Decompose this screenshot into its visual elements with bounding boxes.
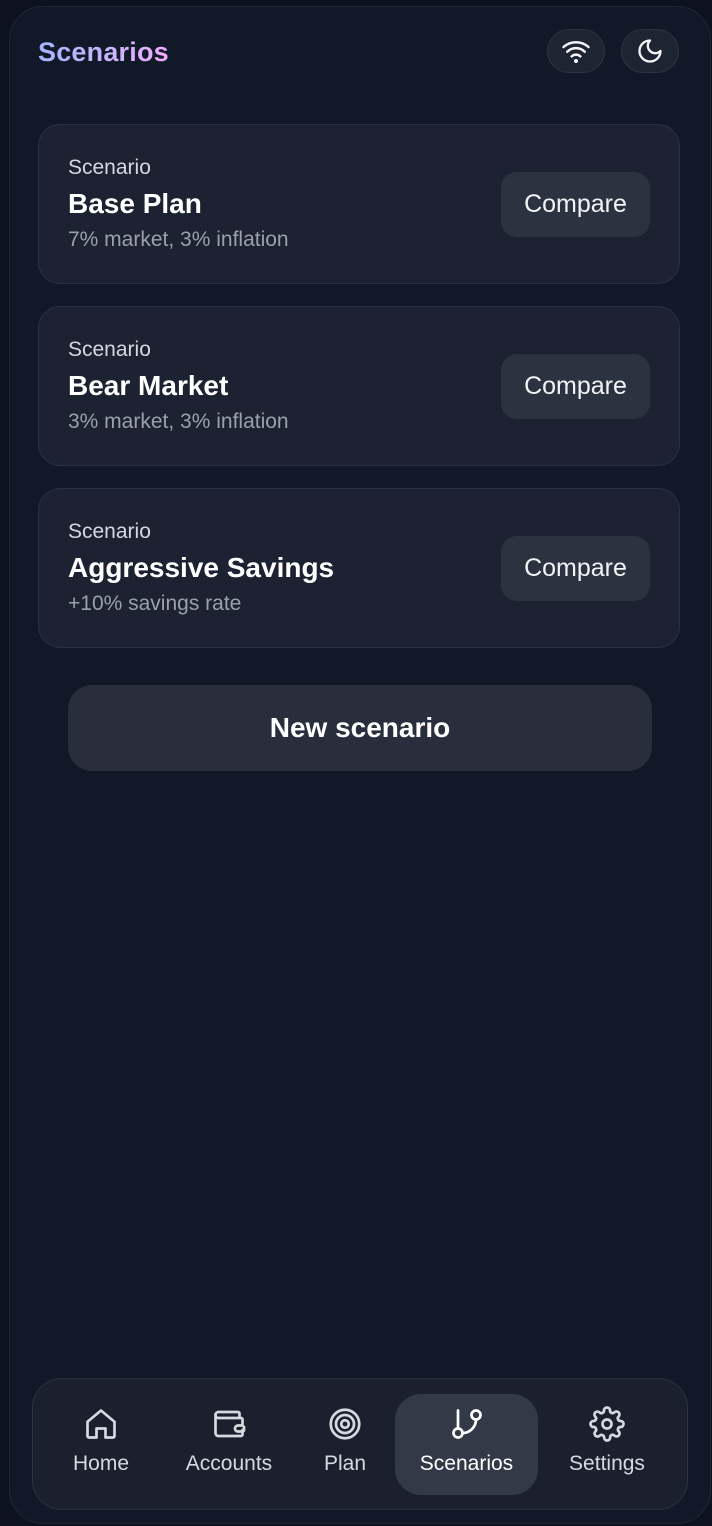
- compare-button[interactable]: Compare: [501, 536, 650, 601]
- wallet-icon: [214, 1410, 246, 1438]
- target-icon: [329, 1408, 361, 1440]
- nav-item-settings[interactable]: Settings: [559, 1394, 655, 1495]
- connection-status-button[interactable]: [547, 29, 605, 73]
- scenario-card: Scenario Base Plan 7% market, 3% inflati…: [38, 124, 680, 284]
- scenario-label: Scenario: [68, 156, 151, 179]
- nav-label: Home: [72, 1452, 130, 1475]
- scenario-description: +10% savings rate: [68, 592, 242, 615]
- scenario-name: Aggressive Savings: [68, 552, 335, 583]
- compare-button[interactable]: Compare: [501, 354, 650, 419]
- gear-icon: [589, 1406, 625, 1442]
- nav-label: Accounts: [185, 1452, 273, 1475]
- theme-toggle-button[interactable]: [621, 29, 679, 73]
- compare-button[interactable]: Compare: [501, 172, 650, 237]
- nav-label: Scenarios: [419, 1452, 514, 1475]
- nav-label: Settings: [569, 1452, 645, 1475]
- home-icon: [86, 1409, 116, 1439]
- git-branch-icon: [451, 1409, 482, 1439]
- page-title: Scenarios: [38, 37, 169, 67]
- scenario-description: 3% market, 3% inflation: [68, 410, 289, 433]
- bottom-navigation: Home Accounts Plan Scenarios Settings: [32, 1378, 688, 1510]
- new-scenario-button[interactable]: New scenario: [68, 685, 652, 771]
- nav-item-home[interactable]: Home: [55, 1394, 147, 1495]
- scenario-card: Scenario Aggressive Savings +10% savings…: [38, 488, 680, 648]
- scenario-label: Scenario: [68, 338, 151, 361]
- scenario-card: Scenario Bear Market 3% market, 3% infla…: [38, 306, 680, 466]
- nav-item-accounts[interactable]: Accounts: [174, 1394, 284, 1495]
- nav-label: Plan: [323, 1452, 367, 1475]
- app-screen: Scenarios Scenario Base Plan 7% market, …: [9, 6, 711, 1524]
- scenario-label: Scenario: [68, 520, 151, 543]
- nav-item-plan[interactable]: Plan: [314, 1394, 376, 1495]
- moon-icon: [638, 39, 662, 63]
- scenario-name: Bear Market: [68, 370, 229, 401]
- scenario-description: 7% market, 3% inflation: [68, 228, 289, 251]
- nav-item-scenarios[interactable]: Scenarios: [395, 1394, 538, 1495]
- wifi-icon: [562, 40, 590, 63]
- scenario-name: Base Plan: [68, 188, 202, 219]
